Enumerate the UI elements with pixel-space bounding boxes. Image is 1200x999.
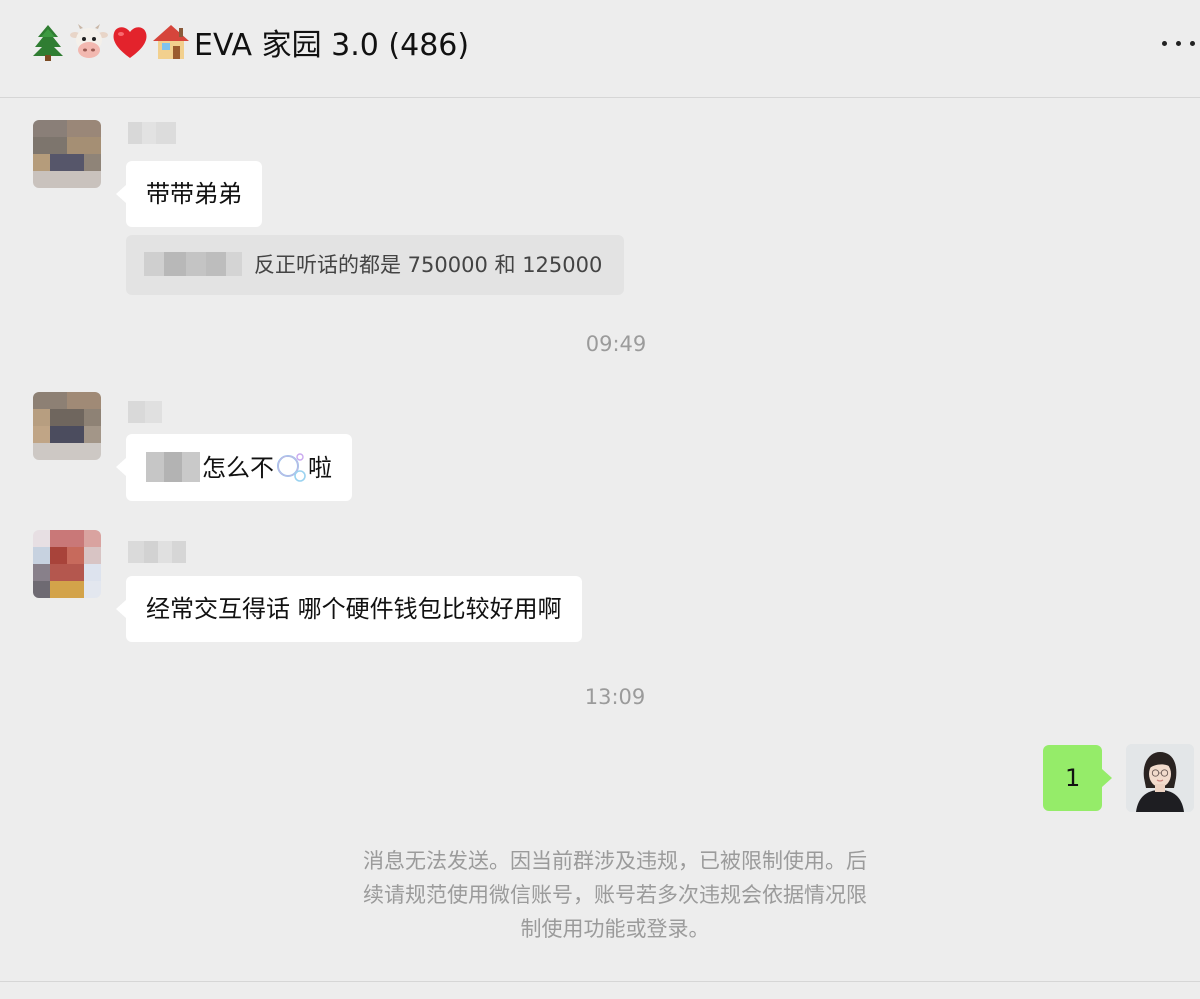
system-notice: 消息无法发送。因当前群涉及违规，已被限制使用。后 续请规范使用微信账号，账号若多…	[300, 844, 930, 946]
message-text-tail: 啦	[308, 454, 332, 482]
person-portrait-icon	[1126, 744, 1194, 812]
message-bubble[interactable]: 经常交互得话 哪个硬件钱包比较好用啊	[116, 576, 582, 642]
message-text: 怎么不	[202, 454, 274, 482]
heart-icon	[113, 27, 147, 58]
time-stamp: 13:09	[584, 685, 646, 709]
sender-name	[128, 401, 162, 423]
input-area-divider	[0, 981, 1200, 982]
more-options-button[interactable]	[1160, 27, 1200, 61]
sender-name	[128, 122, 176, 144]
system-notice-line: 制使用功能或登录。	[520, 917, 710, 941]
quoted-message[interactable]: 反正听话的都是 750000 和 125000	[126, 235, 625, 295]
chat-header: EVA 家园 3.0 (486)	[0, 0, 1200, 98]
chat-title-text: EVA 家园 3.0 (486)	[194, 28, 470, 63]
sender-name	[128, 541, 186, 563]
cow-icon	[70, 24, 108, 58]
avatar[interactable]	[33, 120, 101, 188]
message-bubble[interactable]: 怎么不 啦	[116, 434, 352, 501]
time-stamp: 09:49	[585, 332, 647, 356]
tree-icon	[33, 25, 63, 61]
mentioned-name-redacted	[146, 452, 200, 482]
house-icon	[153, 25, 189, 59]
quoted-sender-redacted	[144, 252, 242, 276]
avatar[interactable]	[33, 392, 101, 460]
system-notice-line: 续请规范使用微信账号，账号若多次违规会依据情况限	[363, 883, 867, 907]
bubbles-icon	[277, 453, 306, 482]
message-bubble[interactable]: 带带弟弟	[116, 161, 262, 227]
quoted-text: 反正听话的都是 750000 和 125000	[254, 253, 603, 277]
avatar[interactable]	[33, 530, 101, 598]
system-notice-line: 消息无法发送。因当前群涉及违规，已被限制使用。后	[363, 849, 867, 873]
chat-title: EVA 家园 3.0 (486)	[28, 22, 469, 68]
self-message-bubble[interactable]: 1	[1043, 745, 1113, 811]
self-avatar[interactable]	[1126, 744, 1194, 812]
